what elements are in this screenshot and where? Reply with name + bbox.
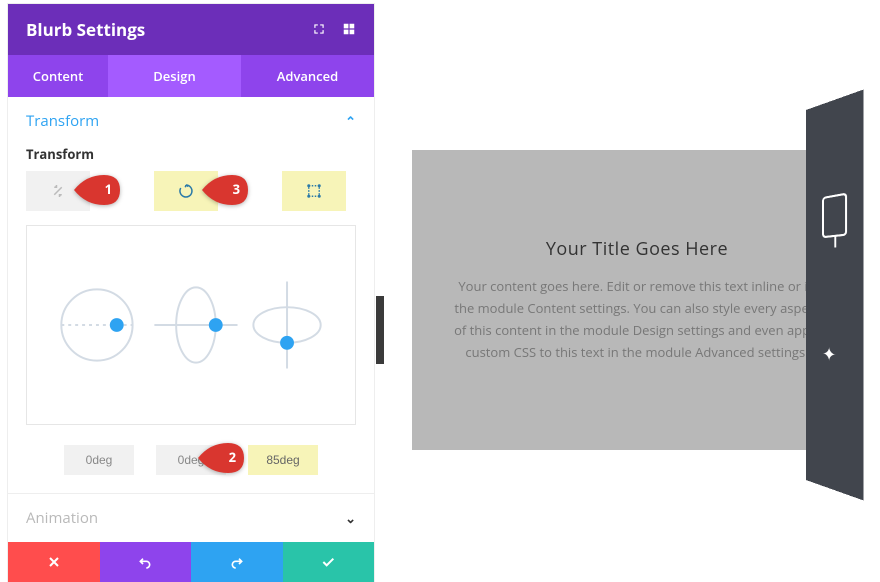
transform-type-row: 1 3 (26, 171, 356, 211)
tab-bar: Content Design Advanced (8, 55, 374, 97)
tab-advanced[interactable]: Advanced (241, 55, 374, 97)
close-button[interactable] (8, 542, 100, 582)
check-icon (320, 554, 336, 570)
origin-icon (305, 182, 323, 200)
close-icon (46, 554, 62, 570)
chevron-up-icon: ⌃ (345, 112, 356, 130)
device-icon (822, 192, 847, 238)
grid-icon[interactable] (342, 19, 356, 41)
header-icons (312, 19, 356, 41)
undo-button[interactable] (100, 542, 192, 582)
degree-row: 2 (26, 445, 356, 475)
rotation-svg (27, 226, 355, 424)
section-transform-title: Transform (26, 111, 99, 131)
expand-icon[interactable] (312, 19, 326, 41)
degree-input-z[interactable] (248, 445, 318, 475)
panel-footer (8, 542, 374, 582)
rotate-icon (177, 182, 195, 200)
sparkle-icon: ✦ (822, 341, 836, 368)
scale-icon (49, 182, 67, 200)
undo-icon (137, 554, 153, 570)
preview-title: Your Title Goes Here (546, 237, 728, 261)
tab-content[interactable]: Content (8, 55, 108, 97)
preview-3d-panel: ✦ (806, 89, 864, 500)
rotation-visualizer[interactable] (26, 225, 356, 425)
save-button[interactable] (283, 542, 375, 582)
preview-body: Your content goes here. Edit or remove t… (452, 275, 822, 363)
degree-input-y[interactable] (156, 445, 226, 475)
transform-origin-button[interactable] (282, 171, 346, 211)
preview-module: Your Title Goes Here Your content goes h… (412, 150, 862, 450)
panel-title: Blurb Settings (26, 18, 145, 41)
transform-label: Transform (26, 145, 356, 163)
section-transform-header[interactable]: Transform ⌃ (8, 97, 374, 145)
redo-button[interactable] (191, 542, 283, 582)
tab-design[interactable]: Design (108, 55, 241, 97)
section-animation-header[interactable]: Animation ⌄ (8, 494, 374, 542)
settings-panel: Blurb Settings Content Design Advanced T… (8, 4, 374, 582)
transform-rotate-button[interactable] (154, 171, 218, 211)
section-transform: Transform ⌃ Transform 1 (8, 97, 374, 494)
scroll-indicator (376, 296, 384, 364)
degree-input-x[interactable] (64, 445, 134, 475)
section-animation-title: Animation (26, 508, 98, 528)
panel-header: Blurb Settings (8, 4, 374, 55)
transform-scale-button[interactable] (26, 171, 90, 211)
redo-icon (229, 554, 245, 570)
chevron-down-icon: ⌄ (345, 509, 356, 527)
section-transform-body: Transform 1 3 (8, 145, 374, 493)
